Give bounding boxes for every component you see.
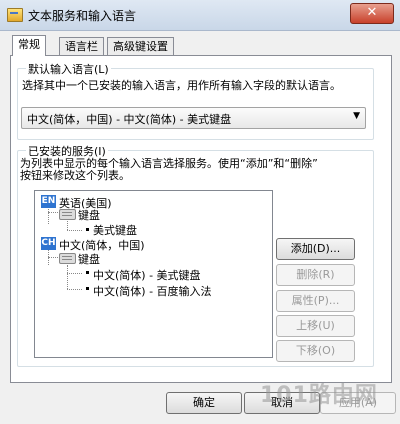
ok-button[interactable]: 确定 bbox=[166, 392, 242, 414]
default-language-dropdown[interactable]: 中文(简体，中国) - 中文(简体) - 美式键盘 ▼ bbox=[21, 107, 366, 129]
services-tree[interactable]: EN 英语(美国) 键盘 美式键盘 CH 中文(简体，中国) 键盘 中文(简体)… bbox=[34, 190, 273, 358]
tree-item-keyboard-category[interactable]: 键盘 bbox=[78, 207, 100, 223]
window-title: 文本服务和输入语言 bbox=[28, 9, 137, 23]
keyboard-icon bbox=[59, 209, 76, 220]
move-up-button[interactable]: 上移(U) bbox=[276, 315, 355, 337]
site-watermark: 101路由网 bbox=[260, 383, 378, 408]
chevron-down-icon: ▼ bbox=[353, 111, 360, 121]
tree-item-us-keyboard[interactable]: 美式键盘 bbox=[93, 222, 137, 238]
close-button[interactable]: ✕ bbox=[350, 3, 394, 24]
tab-language-bar[interactable]: 语言栏 bbox=[59, 37, 104, 55]
tab-advanced-key-settings[interactable]: 高级键设置 bbox=[107, 37, 174, 55]
title-bar: 文本服务和输入语言 ✕ bbox=[0, 0, 400, 31]
default-language-label: 默认输入语言(L) bbox=[26, 61, 111, 77]
move-down-button[interactable]: 下移(O) bbox=[276, 340, 355, 362]
default-language-description: 选择其中一个已安装的输入语言，用作所有输入字段的默认语言。 bbox=[22, 79, 341, 92]
keyboard-icon bbox=[59, 253, 76, 264]
add-button[interactable]: 添加(D)... bbox=[276, 238, 355, 260]
remove-button[interactable]: 删除(R) bbox=[276, 264, 355, 286]
tree-item-chinese-simplified[interactable]: 中文(简体，中国) bbox=[59, 237, 145, 253]
tab-general[interactable]: 常规 bbox=[12, 35, 46, 56]
properties-button[interactable]: 属性(P)... bbox=[276, 290, 355, 312]
tree-item-chinese-us-keyboard[interactable]: 中文(简体) - 美式键盘 bbox=[93, 267, 201, 283]
app-icon bbox=[7, 8, 23, 22]
default-language-value: 中文(简体，中国) - 中文(简体) - 美式键盘 bbox=[27, 113, 232, 126]
tree-item-chinese-baidu-ime[interactable]: 中文(简体) - 百度输入法 bbox=[93, 283, 212, 299]
language-badge-en: EN bbox=[41, 195, 56, 208]
bullet-icon bbox=[86, 271, 89, 274]
language-badge-ch: CH bbox=[41, 237, 56, 250]
bullet-icon bbox=[86, 287, 89, 290]
tree-item-keyboard-category-2[interactable]: 键盘 bbox=[78, 251, 100, 267]
installed-services-description-line2: 按钮来修改这个列表。 bbox=[20, 169, 130, 182]
bullet-icon bbox=[86, 228, 89, 231]
